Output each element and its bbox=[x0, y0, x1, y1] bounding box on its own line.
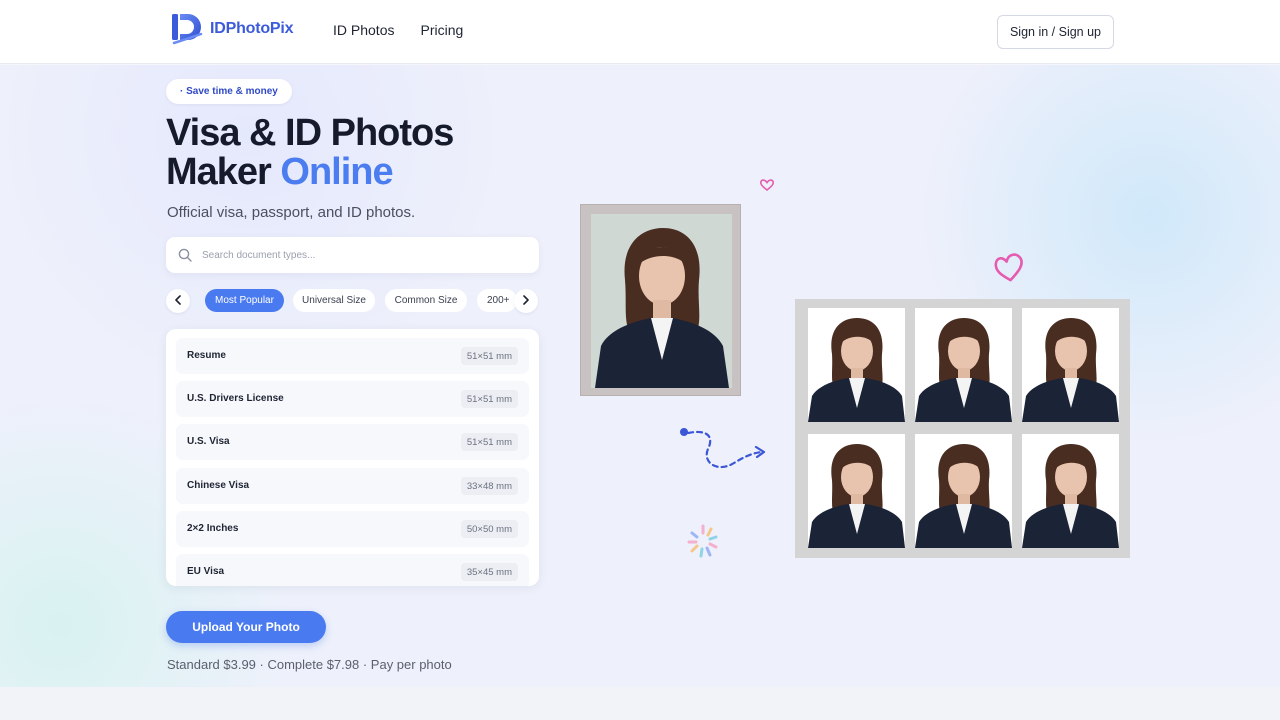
large-heart-icon bbox=[992, 252, 1028, 289]
tab-200-plus[interactable]: 200+ bbox=[477, 289, 517, 312]
title-line-1: Visa & ID Photos bbox=[166, 112, 454, 154]
sample-portrait bbox=[591, 214, 732, 388]
tab-most-popular[interactable]: Most Popular bbox=[205, 289, 284, 312]
document-name: U.S. Visa bbox=[187, 436, 230, 447]
list-item[interactable]: Chinese Visa 33×48 mm bbox=[176, 468, 529, 504]
chevron-left-icon bbox=[174, 292, 182, 310]
list-item[interactable]: EU Visa 35×45 mm bbox=[176, 554, 529, 586]
document-name: EU Visa bbox=[187, 566, 225, 577]
list-item[interactable]: Resume 51×51 mm bbox=[176, 338, 529, 374]
document-size: 50×50 mm bbox=[460, 520, 518, 538]
upload-photo-button[interactable]: Upload Your Photo bbox=[166, 611, 326, 643]
tabs-prev-button[interactable] bbox=[166, 289, 190, 313]
subtitle: Official visa, passport, and ID photos. bbox=[167, 204, 416, 221]
tab-common-size[interactable]: Common Size bbox=[385, 289, 467, 312]
sheet-photo bbox=[808, 434, 905, 548]
sheet-photo bbox=[1022, 308, 1119, 422]
sparkle-burst-icon bbox=[684, 521, 722, 566]
list-item[interactable]: U.S. Visa 51×51 mm bbox=[176, 424, 529, 460]
small-heart-icon bbox=[759, 178, 775, 197]
tabs-next-button[interactable] bbox=[514, 289, 538, 313]
tab-universal-size[interactable]: Universal Size bbox=[293, 289, 375, 312]
section-divider bbox=[0, 687, 1280, 720]
chevron-right-icon bbox=[522, 292, 530, 310]
logo[interactable]: IDPhotoPix bbox=[170, 12, 294, 46]
list-item[interactable]: 2×2 Inches 50×50 mm bbox=[176, 511, 529, 547]
document-name: Chinese Visa bbox=[187, 480, 250, 491]
document-size: 35×45 mm bbox=[460, 563, 518, 581]
nav-id-photos[interactable]: ID Photos bbox=[333, 22, 394, 38]
page-title: Visa & ID Photos Maker Online bbox=[166, 112, 454, 193]
badge: · Save time & money bbox=[166, 79, 292, 104]
category-tabs: Most Popular Universal Size Common Size … bbox=[166, 289, 540, 313]
header: IDPhotoPix ID Photos Pricing Sign in / S… bbox=[0, 0, 1280, 64]
title-line-2: Maker bbox=[166, 151, 272, 193]
sample-portrait-frame bbox=[580, 204, 741, 396]
document-name: Resume bbox=[187, 350, 226, 361]
logo-text: IDPhotoPix bbox=[210, 20, 294, 37]
sheet-photo bbox=[1022, 434, 1119, 548]
nav-pricing[interactable]: Pricing bbox=[420, 22, 463, 38]
document-size: 33×48 mm bbox=[460, 477, 518, 495]
document-size: 51×51 mm bbox=[460, 433, 518, 451]
search-input[interactable] bbox=[202, 245, 522, 265]
document-size: 51×51 mm bbox=[460, 390, 518, 408]
pricing-text: Standard $3.99 · Complete $7.98 · Pay pe… bbox=[167, 657, 452, 672]
logo-icon bbox=[170, 12, 204, 46]
sheet-photo bbox=[808, 308, 905, 422]
sheet-photo bbox=[915, 308, 1012, 422]
dashed-arrow-icon bbox=[678, 425, 768, 480]
sheet-photo bbox=[915, 434, 1012, 548]
title-accent: Online bbox=[280, 151, 393, 193]
photo-sheet bbox=[795, 299, 1130, 558]
main-nav: ID Photos Pricing bbox=[333, 22, 463, 38]
list-item[interactable]: U.S. Drivers License 51×51 mm bbox=[176, 381, 529, 417]
sign-in-button[interactable]: Sign in / Sign up bbox=[997, 15, 1114, 49]
search-bar bbox=[166, 237, 539, 273]
document-list: Resume 51×51 mm U.S. Drivers License 51×… bbox=[166, 329, 539, 586]
document-size: 51×51 mm bbox=[460, 347, 518, 365]
document-name: U.S. Drivers License bbox=[187, 393, 284, 404]
search-icon bbox=[178, 248, 192, 267]
document-name: 2×2 Inches bbox=[187, 523, 239, 534]
